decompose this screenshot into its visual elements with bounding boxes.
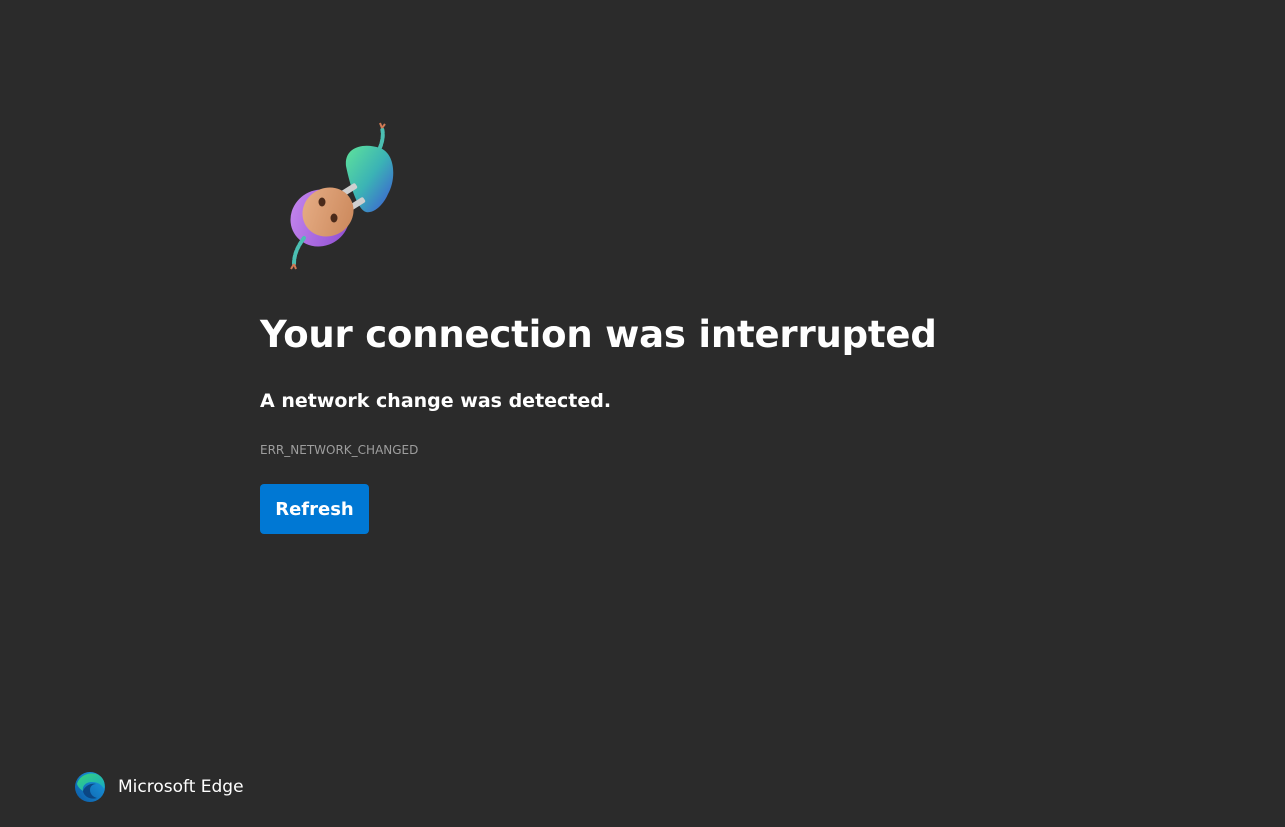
unplugged-plug-icon: [290, 122, 394, 270]
brand-footer: Microsoft Edge: [74, 771, 244, 803]
error-code: ERR_NETWORK_CHANGED: [260, 443, 419, 457]
error-page: Your connection was interrupted A networ…: [0, 0, 1285, 827]
error-title: Your connection was interrupted: [260, 313, 937, 356]
refresh-button[interactable]: Refresh: [260, 484, 369, 534]
brand-name: Microsoft Edge: [118, 777, 244, 797]
error-subtitle: A network change was detected.: [260, 390, 612, 412]
microsoft-edge-logo-icon: [75, 772, 105, 802]
